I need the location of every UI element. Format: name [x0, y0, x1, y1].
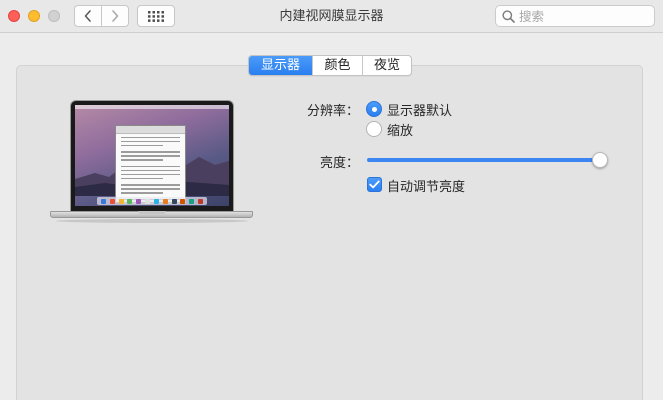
resolution-default-radio[interactable] — [366, 101, 382, 117]
auto-brightness-label[interactable]: 自动调节亮度 — [387, 176, 465, 195]
search-icon — [502, 9, 515, 23]
grid-icon — [148, 10, 164, 22]
close-window-button[interactable] — [8, 10, 20, 22]
show-all-button[interactable] — [137, 5, 175, 27]
resolution-label: 分辨率： — [307, 104, 360, 119]
chevron-left-icon — [84, 10, 91, 22]
minimize-window-button[interactable] — [28, 10, 40, 22]
brightness-slider-thumb[interactable] — [592, 152, 608, 168]
navigation-buttons — [74, 5, 129, 27]
brightness-slider[interactable] — [367, 158, 600, 162]
back-button[interactable] — [75, 6, 101, 26]
laptop-illustration — [50, 100, 253, 224]
resolution-scaled-radio[interactable] — [366, 121, 382, 137]
search-input[interactable] — [519, 8, 639, 24]
forward-button[interactable] — [101, 6, 128, 26]
checkmark-icon — [369, 180, 380, 189]
search-field[interactable] — [495, 5, 655, 27]
laptop-screen — [75, 105, 229, 206]
resolution-scaled-label[interactable]: 缩放 — [387, 120, 413, 139]
dock — [97, 197, 207, 205]
auto-brightness-checkbox[interactable] — [367, 177, 382, 192]
tab-color[interactable]: 颜色 — [312, 56, 362, 75]
tab-bar: 显示器 颜色 夜览 — [248, 55, 412, 76]
chevron-right-icon — [112, 10, 119, 22]
document-window — [115, 125, 186, 204]
title-bar: 内建视网膜显示器 — [0, 0, 663, 33]
brightness-label: 亮度： — [320, 156, 360, 171]
fullscreen-window-button[interactable] — [48, 10, 60, 22]
resolution-default-label[interactable]: 显示器默认 — [387, 100, 452, 119]
tab-night-shift[interactable]: 夜览 — [362, 56, 411, 75]
laptop-lid — [70, 100, 234, 212]
tab-display[interactable]: 显示器 — [249, 56, 312, 75]
